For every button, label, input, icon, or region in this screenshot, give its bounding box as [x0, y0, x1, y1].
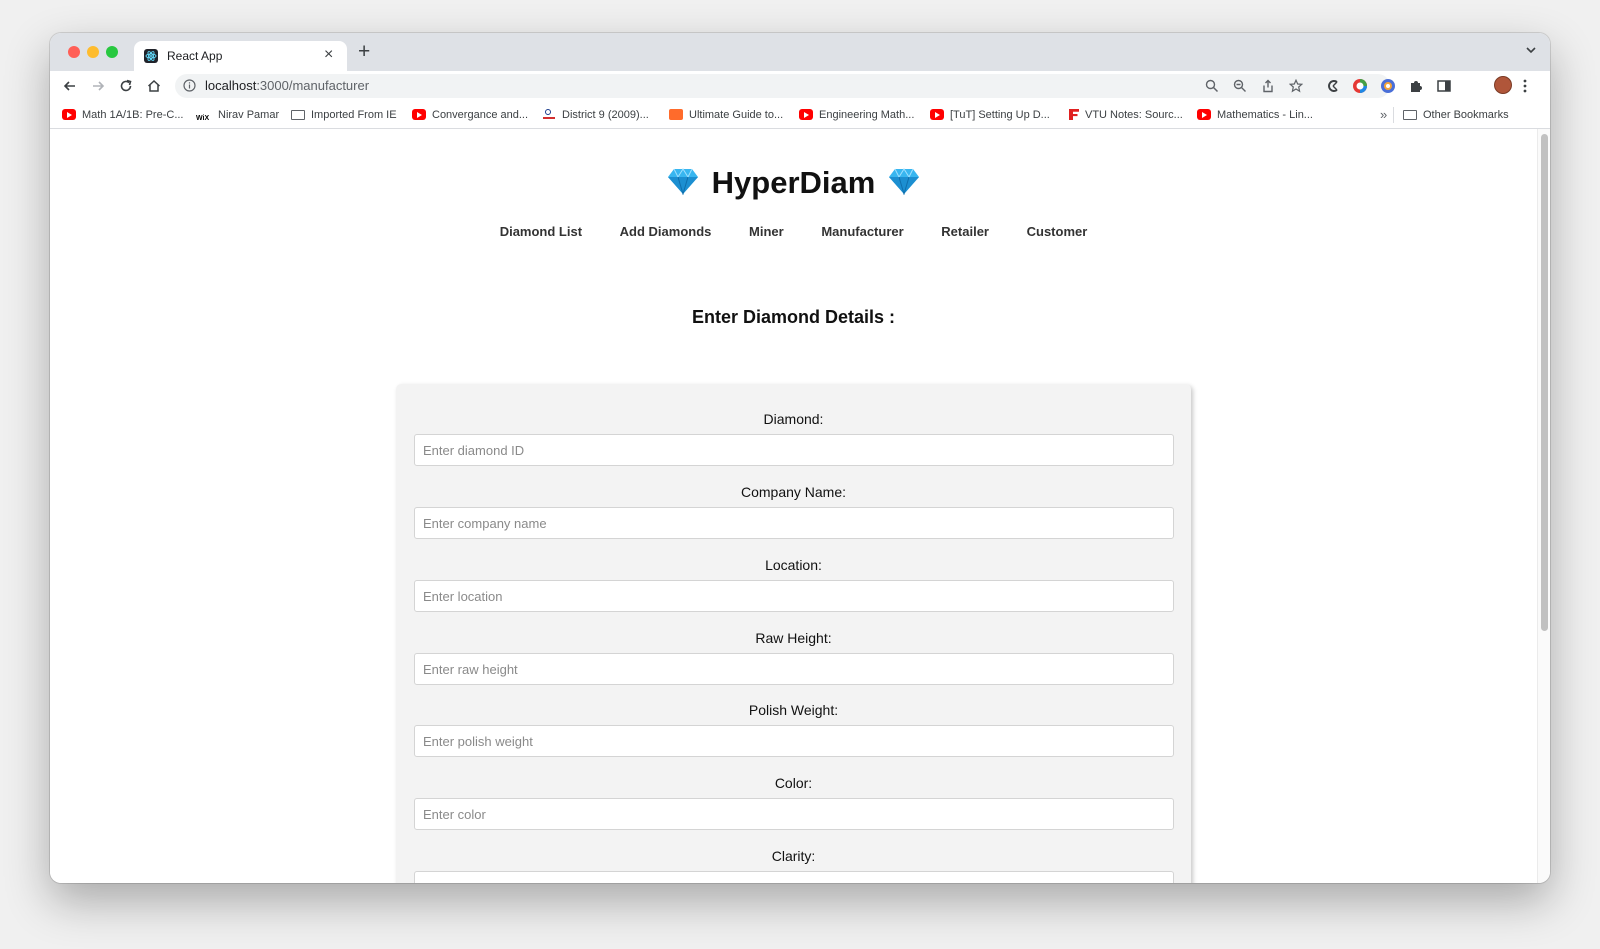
form-heading: Enter Diamond Details :	[691, 307, 896, 327]
bookmarks-divider	[1393, 107, 1394, 123]
district-icon	[542, 109, 556, 120]
site-info-icon[interactable]	[183, 79, 196, 97]
new-tab-button[interactable]: +	[358, 41, 370, 62]
browser-toolbar: localhost:3000/manufacturer	[50, 71, 1550, 101]
react-favicon-icon	[144, 49, 158, 63]
wix-icon: WiX	[196, 115, 210, 122]
scrollbar-thumb[interactable]	[1541, 134, 1548, 631]
forward-arrow-icon[interactable]	[90, 78, 106, 99]
youtube-icon	[412, 109, 426, 120]
back-arrow-icon[interactable]	[62, 78, 78, 99]
youtube-icon	[930, 109, 944, 120]
polish-weight-label: Polish Weight:	[748, 702, 839, 718]
diamond-label: Diamond:	[763, 411, 824, 427]
clarity-label: Clarity:	[771, 848, 816, 864]
url-path: :3000/manufacturer	[256, 78, 370, 93]
side-panel-icon[interactable]	[1436, 78, 1452, 99]
window-close-button[interactable]	[68, 46, 80, 58]
bookmark-item[interactable]: VTU Notes: Sourc...	[1069, 108, 1183, 122]
bookmark-label: Mathematics - Lin...	[1217, 109, 1313, 121]
vtu-icon	[1069, 109, 1079, 120]
home-icon[interactable]	[146, 78, 162, 99]
browser-tab[interactable]: React App ×	[134, 41, 347, 71]
gem-icon	[667, 167, 699, 200]
main-nav: Diamond List Add Diamonds Miner Manufact…	[50, 224, 1537, 239]
url-text: localhost:3000/manufacturer	[205, 78, 369, 93]
bookmark-item[interactable]: District 9 (2009)...	[542, 108, 649, 122]
company-name-input[interactable]	[414, 507, 1174, 539]
bookmark-label: Convergance and...	[432, 109, 529, 121]
circle-extension-icon[interactable]	[1380, 78, 1396, 99]
bookmark-item[interactable]: Imported From IE	[291, 108, 397, 122]
tab-strip: React App × +	[50, 33, 1550, 71]
menu-kebab-icon[interactable]	[1522, 78, 1528, 99]
bookmark-label: [TuT] Setting Up D...	[950, 109, 1050, 121]
app-header: HyperDiam	[50, 165, 1537, 201]
raw-height-label: Raw Height:	[755, 630, 832, 646]
diamond-id-input[interactable]	[414, 434, 1174, 466]
nav-add-diamonds[interactable]: Add Diamonds	[620, 224, 712, 239]
raw-height-input[interactable]	[414, 653, 1174, 685]
youtube-icon	[62, 109, 76, 120]
folder-icon	[291, 110, 305, 120]
nav-manufacturer[interactable]: Manufacturer	[821, 224, 903, 239]
profile-avatar[interactable]	[1494, 76, 1512, 94]
bookmark-label: Math 1A/1B: Pre-C...	[82, 109, 184, 121]
nav-diamond-list[interactable]: Diamond List	[500, 224, 582, 239]
youtube-icon	[799, 109, 813, 120]
color-input[interactable]	[414, 798, 1174, 830]
bookmark-item[interactable]: WiX Nirav Pamar	[196, 108, 279, 122]
page-scrollbar[interactable]	[1537, 129, 1550, 883]
tab-title: React App	[167, 49, 223, 63]
zoom-out-icon[interactable]	[1233, 79, 1247, 98]
reload-icon[interactable]	[118, 78, 134, 99]
bookmark-item[interactable]: [TuT] Setting Up D...	[930, 108, 1050, 122]
bookmark-label: District 9 (2009)...	[562, 109, 649, 121]
nav-retailer[interactable]: Retailer	[941, 224, 989, 239]
bookmarks-bar: Math 1A/1B: Pre-C... WiX Nirav Pamar Impo…	[50, 101, 1550, 129]
bookmark-label: Imported From IE	[311, 109, 397, 121]
bookmarks-overflow-chevron[interactable]: »	[1380, 107, 1387, 122]
window-minimize-button[interactable]	[87, 46, 99, 58]
clarity-input[interactable]	[414, 871, 1174, 883]
bookmark-item[interactable]: Convergance and...	[412, 108, 528, 122]
search-icon[interactable]	[1205, 79, 1219, 98]
location-input[interactable]	[414, 580, 1174, 612]
bookmark-label: Ultimate Guide to...	[689, 109, 784, 121]
bookmark-label: Nirav Pamar	[218, 109, 280, 121]
nav-customer[interactable]: Customer	[1027, 224, 1088, 239]
color-label: Color:	[774, 775, 813, 791]
location-label: Location:	[765, 557, 822, 573]
polish-weight-input[interactable]	[414, 725, 1174, 757]
bookmark-item[interactable]: Engineering Math...	[799, 108, 914, 122]
company-name-label: Company Name:	[740, 484, 847, 500]
browser-window: React App × + localhost:3000/manufacture…	[50, 33, 1550, 883]
gem-icon	[888, 167, 920, 200]
bookmark-item[interactable]: Math 1A/1B: Pre-C...	[62, 108, 183, 122]
ultimate-icon	[669, 109, 683, 120]
other-bookmarks[interactable]: Other Bookmarks	[1403, 108, 1509, 122]
youtube-icon	[1197, 109, 1211, 120]
bookmark-label: Engineering Math...	[819, 109, 915, 121]
color-picker-extension-icon[interactable]	[1352, 78, 1368, 99]
other-bookmarks-label: Other Bookmarks	[1423, 109, 1509, 121]
bookmark-star-icon[interactable]	[1288, 78, 1304, 98]
address-bar[interactable]: localhost:3000/manufacturer	[175, 74, 1390, 98]
page-viewport: HyperDiam Diamond List Add Diamonds Mine…	[50, 129, 1537, 883]
bookmark-item[interactable]: Ultimate Guide to...	[669, 108, 783, 122]
nav-miner[interactable]: Miner	[749, 224, 784, 239]
tab-search-chevron-icon[interactable]	[1525, 43, 1537, 61]
bookmark-label: VTU Notes: Sourc...	[1085, 109, 1183, 121]
folder-icon	[1403, 110, 1417, 120]
url-host: localhost	[205, 78, 257, 93]
app-title: HyperDiam	[711, 165, 876, 200]
share-icon[interactable]	[1261, 79, 1275, 98]
puzzle-extensions-icon[interactable]	[1408, 78, 1424, 99]
window-maximize-button[interactable]	[106, 46, 118, 58]
bookmark-item[interactable]: Mathematics - Lin...	[1197, 108, 1313, 122]
tab-close-icon[interactable]: ×	[324, 46, 333, 64]
diamond-form: Diamond: Company Name: Location: Raw Hei…	[396, 384, 1191, 883]
extension-c-icon[interactable]	[1325, 78, 1341, 99]
